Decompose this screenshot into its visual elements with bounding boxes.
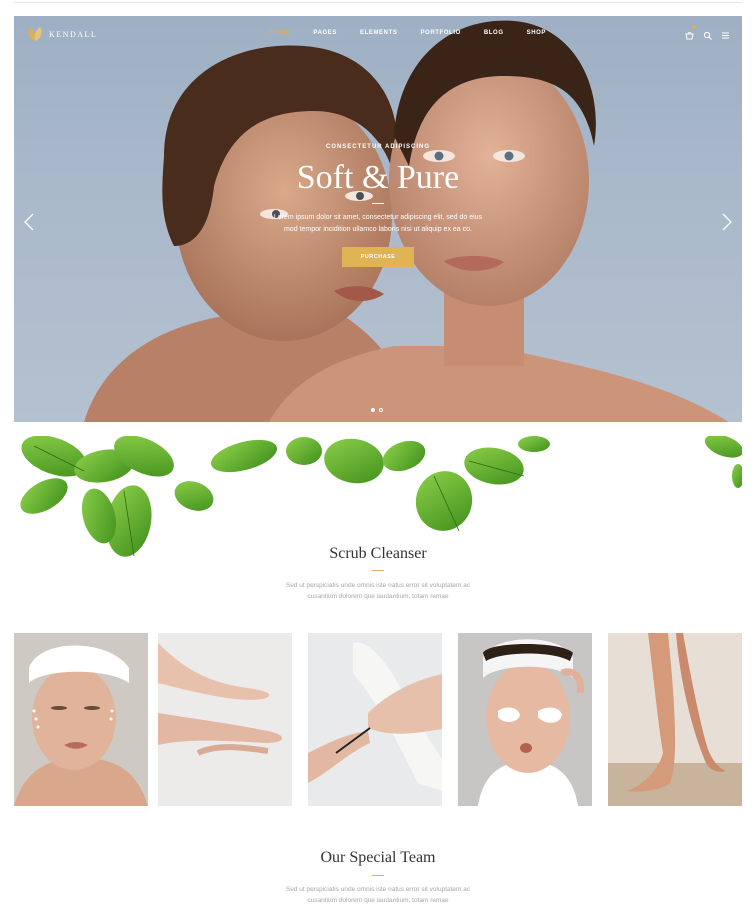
top-navigation: KENDALL HOME PAGES ELEMENTS PORTFOLIO BL… — [14, 16, 742, 52]
cart-badge — [692, 25, 696, 29]
gallery-item-feet[interactable] — [608, 633, 742, 806]
hero-title: Soft & Pure — [296, 159, 460, 196]
hero-subtitle: CONSECTETUR ADIPISCING — [325, 144, 431, 150]
team-description: Sed ut perspiciatis unde omnis iste natu… — [268, 884, 488, 905]
nav-item-portfolio[interactable]: PORTFOLIO — [420, 30, 460, 36]
nav-item-blog[interactable]: BLOG — [484, 30, 504, 36]
gallery-item-face-cream[interactable] — [14, 633, 148, 806]
hero-divider — [372, 203, 384, 204]
cart-icon[interactable] — [685, 25, 696, 40]
brand-name: KENDALL — [49, 29, 98, 39]
main-menu: HOME PAGES ELEMENTS PORTFOLIO BLOG SHOP — [270, 30, 569, 36]
hero-text-line: Lorem ipsum dolor sit amet, consectetur … — [273, 214, 483, 221]
hero-description: Lorem ipsum dolor sit amet, consectetur … — [258, 212, 498, 236]
slider-pagination — [371, 408, 383, 412]
hero-text-line: mod tempor incidition ullamco laboris ni… — [284, 226, 472, 233]
gallery-item-eye-patches[interactable] — [458, 633, 592, 806]
nav-item-pages[interactable]: PAGES — [313, 30, 337, 36]
hero-slider: KENDALL HOME PAGES ELEMENTS PORTFOLIO BL… — [14, 16, 742, 422]
scrub-divider — [372, 570, 384, 571]
header-icons — [685, 25, 730, 40]
top-divider — [14, 2, 742, 3]
nav-item-home[interactable]: HOME — [270, 30, 290, 36]
team-divider — [372, 875, 384, 876]
slide-dot-2[interactable] — [379, 408, 383, 412]
team-text-line: Sed ut perspiciatis unde omnis iste natu… — [285, 886, 471, 893]
menu-icon[interactable] — [721, 27, 730, 39]
nav-item-elements[interactable]: ELEMENTS — [360, 30, 397, 36]
slide-dot-1[interactable] — [371, 408, 375, 412]
leaf-logo-icon — [28, 27, 42, 41]
scrub-description: Sed ut perspiciatis unde omnis iste natu… — [268, 580, 488, 602]
next-slide-arrow-icon[interactable] — [721, 212, 733, 232]
gallery-item-manicure[interactable] — [308, 633, 442, 806]
search-icon[interactable] — [703, 27, 712, 40]
prev-slide-arrow-icon[interactable] — [23, 212, 35, 232]
team-section-title: Our Special Team — [320, 849, 436, 866]
image-gallery — [14, 633, 742, 806]
nav-item-shop[interactable]: SHOP — [527, 30, 546, 36]
scrub-text-line: cusantium dolorem que laudantium, totam … — [307, 593, 449, 600]
scrub-section-title: Scrub Cleanser — [329, 545, 427, 562]
gallery-item-hands[interactable] — [158, 633, 292, 806]
logo[interactable]: KENDALL — [26, 26, 97, 42]
purchase-button[interactable]: PURCHASE — [342, 247, 414, 267]
scrub-text-line: Sed ut perspiciatis unde omnis iste natu… — [285, 582, 471, 589]
team-text-line: cusantium dolorem que laudantium, totam … — [307, 897, 449, 904]
